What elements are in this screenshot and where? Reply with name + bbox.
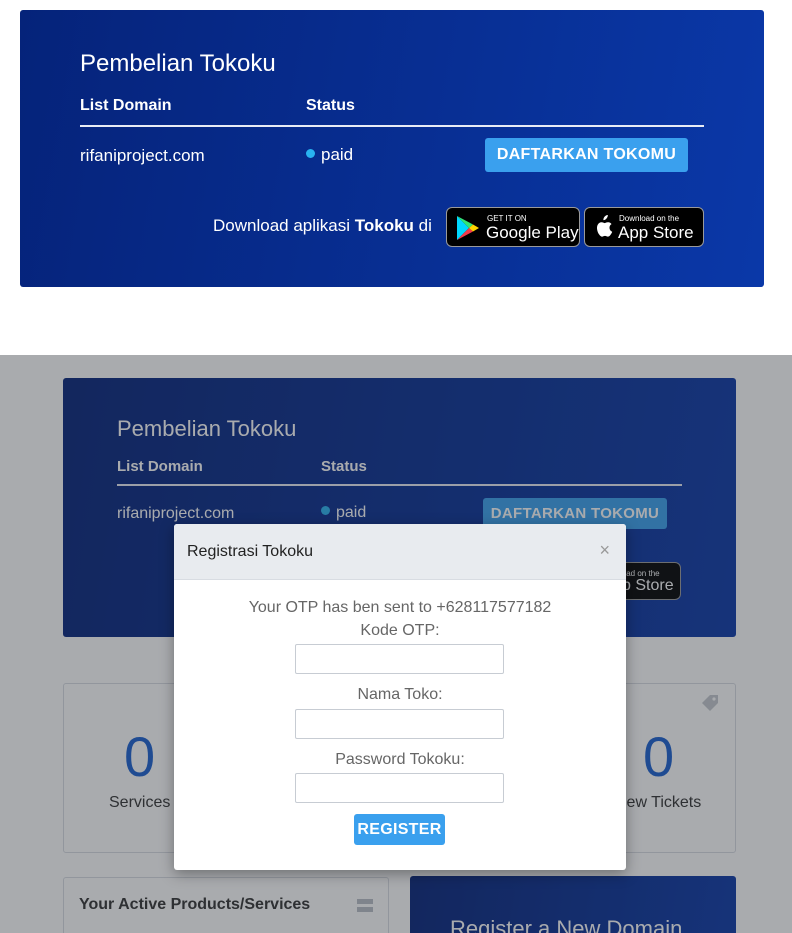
status-dot-icon [306,149,315,158]
password-input[interactable] [295,773,504,803]
download-prefix: Download aplikasi [213,216,355,235]
otp-sent-message: Your OTP has ben sent to +628117577182 [248,599,552,616]
status-text: paid [321,145,354,164]
download-suffix: di [413,216,432,235]
tokoku-purchase-card: Pembelian Tokoku List Domain Status rifa… [20,10,764,287]
column-header-domain: List Domain [80,97,172,114]
app-store-badge[interactable]: Download on the App Store [584,207,704,247]
card-title: Pembelian Tokoku [80,50,276,77]
google-play-icon [457,216,479,240]
otp-input[interactable] [295,644,504,674]
store-name-input[interactable] [295,709,504,739]
modal-title: Registrasi Tokoku [187,543,313,560]
store-name-label: Nama Toko: [357,686,443,703]
apple-icon [597,215,613,237]
column-header-status: Status [306,97,355,114]
register-tokoku-button[interactable]: DAFTARKAN TOKOMU [485,138,688,172]
modal-screen: Pembelian Tokoku List Domain Status rifa… [0,355,792,933]
download-brand: Tokoku [354,216,414,235]
otp-label: Kode OTP: [360,622,440,639]
google-badge-big-text: Google Play [486,223,579,242]
google-play-badge[interactable]: GET IT ON Google Play [446,207,580,247]
table-divider [80,125,704,127]
status-cell: paid [306,145,353,165]
registration-modal: Registrasi Tokoku × Your OTP has ben sen… [174,524,626,870]
google-badge-small-text: GET IT ON [487,214,527,223]
apple-badge-big-text: App Store [618,223,694,242]
download-text: Download aplikasi Tokoku di [213,216,432,236]
register-button[interactable]: REGISTER [354,814,445,845]
password-label: Password Tokoku: [335,751,465,768]
domain-cell: rifaniproject.com [80,146,205,165]
close-icon[interactable]: × [599,540,610,561]
modal-header: Registrasi Tokoku × [174,524,626,580]
apple-badge-small-text: Download on the [619,214,680,223]
